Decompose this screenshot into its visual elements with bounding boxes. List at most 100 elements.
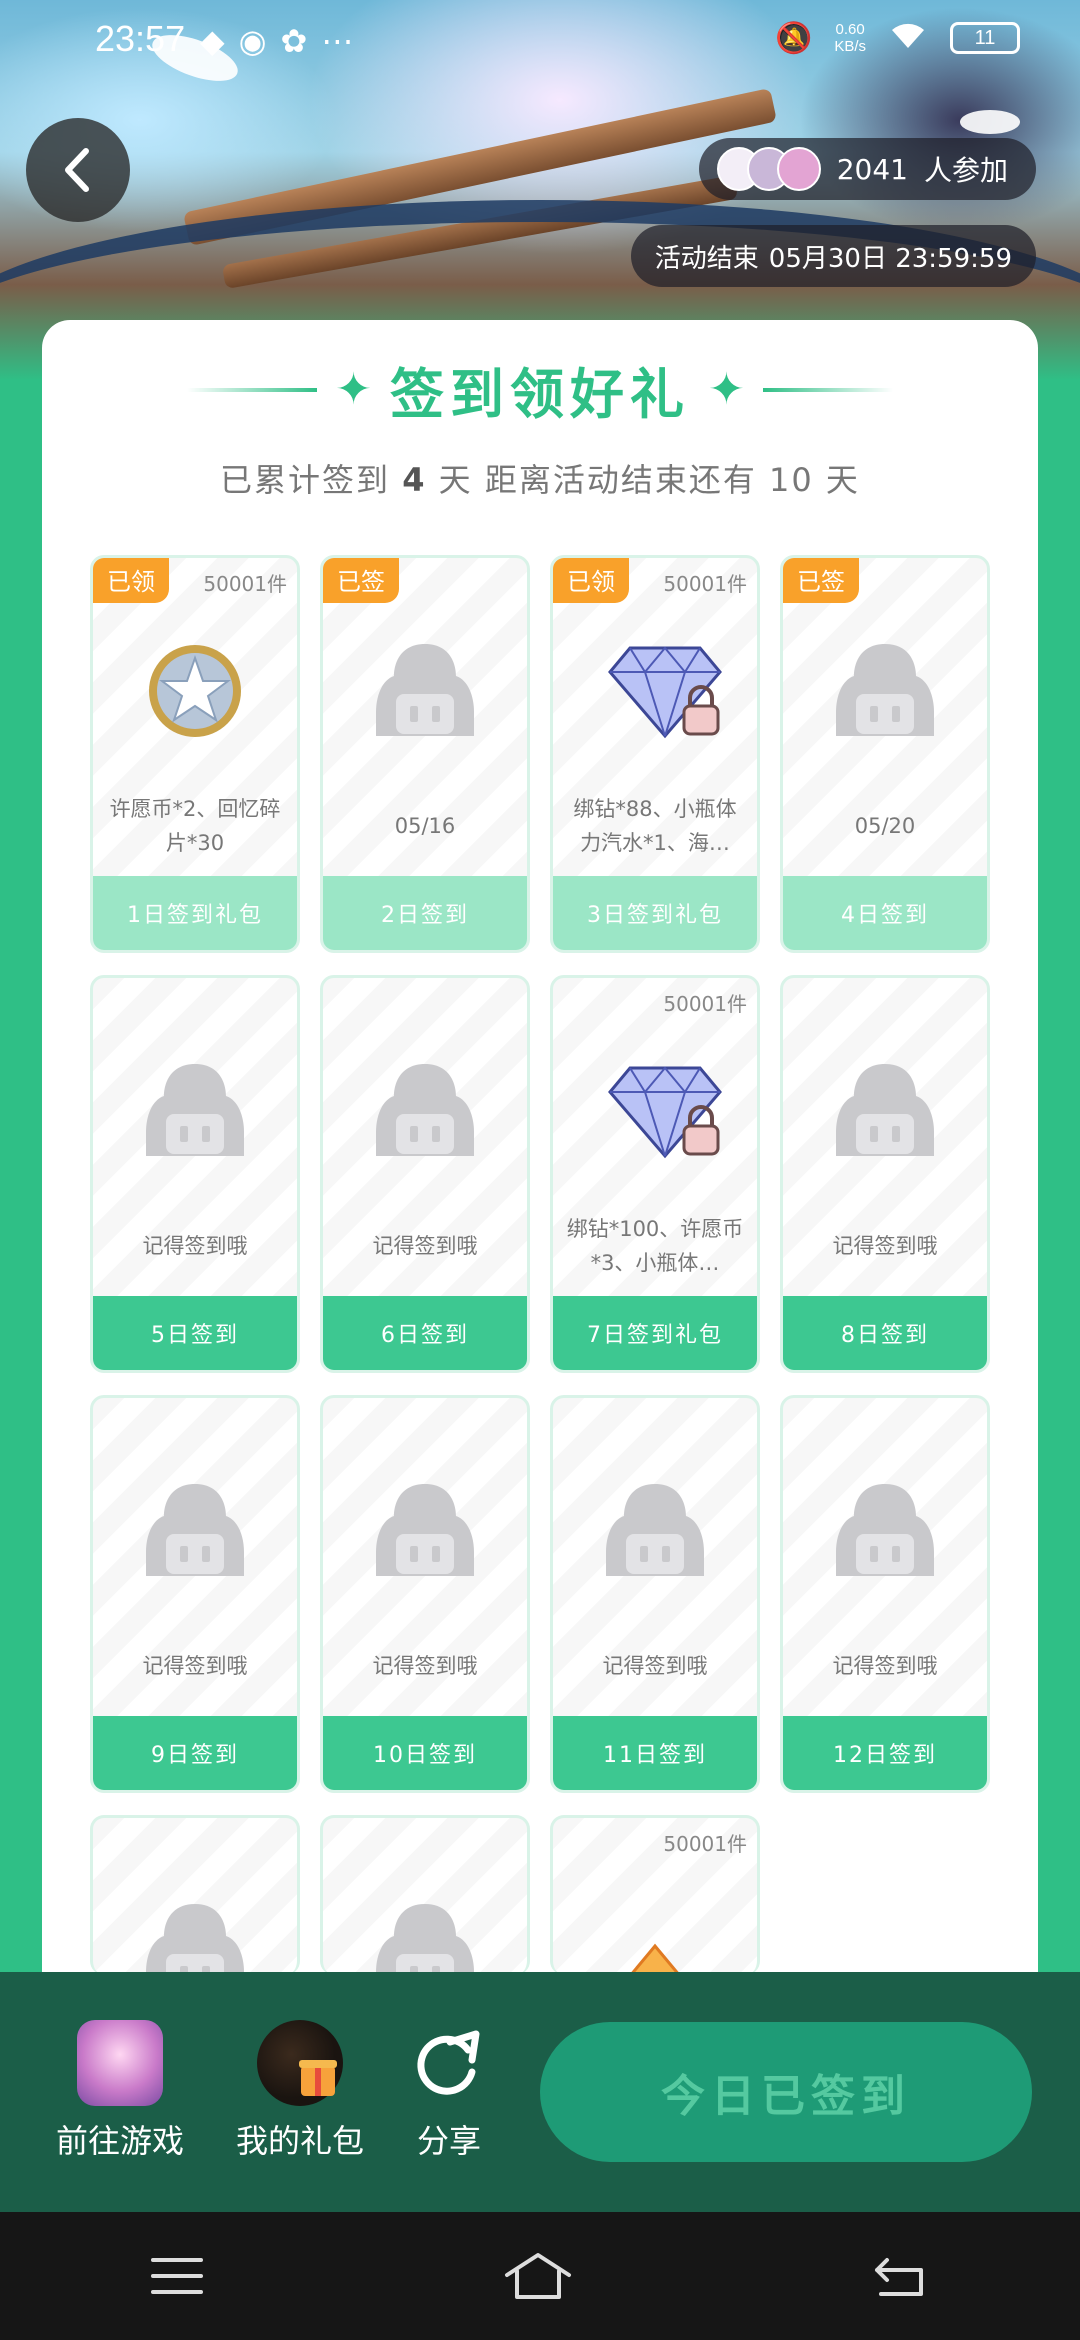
checkin-day-card[interactable] [320, 1815, 530, 1975]
deadline-value: 05月30日 23:59:59 [768, 243, 1012, 274]
placeholder-icon [600, 1476, 710, 1586]
game-app-icon [77, 2020, 163, 2106]
day-label: 7日签到礼包 [553, 1296, 757, 1370]
title-line-right [762, 387, 893, 392]
back-nav-icon[interactable] [871, 2254, 931, 2298]
checkin-day-card[interactable]: 记得签到哦 5日签到 [90, 975, 300, 1373]
checkin-grid: 已领 50001件 许愿币*2、回忆碎片*30 1日签到礼包 已签 05/16 2日签到 已领… [90, 555, 990, 1975]
reward-description: 记得签到哦 [372, 1234, 478, 1258]
status-time: 23:57 [95, 18, 186, 59]
claimed-tag: 已领 [553, 558, 629, 603]
title-line-left [187, 387, 318, 392]
share-icon [417, 2030, 480, 2095]
home-icon[interactable] [503, 2251, 573, 2301]
claimed-tag: 已签 [323, 558, 399, 603]
claimed-tag: 已签 [783, 558, 859, 603]
notification-icons: ◆◉✿⋯ [200, 23, 368, 59]
remaining-days: 10 [769, 461, 814, 499]
checkin-day-card[interactable] [90, 1815, 300, 1975]
card-title-row: ✦ 签到领好礼 ✦ [42, 350, 1038, 429]
checkin-day-card[interactable]: 已领 50001件 绑钻*88、小瓶体力汽水*1、海… 3日签到礼包 [550, 555, 760, 953]
reward-description: 许愿币*2、回忆碎片*30 [109, 797, 281, 855]
reward-description: 记得签到哦 [142, 1234, 248, 1258]
sub-suffix: 天 [825, 461, 860, 499]
checkin-day-card[interactable]: 记得签到哦 6日签到 [320, 975, 530, 1373]
participants-pill: 2041 人参加 [698, 138, 1036, 200]
reward-description: 记得签到哦 [602, 1654, 708, 1678]
menu-icon[interactable] [149, 2254, 205, 2298]
reward-description: 记得签到哦 [832, 1654, 938, 1678]
participant-avatars [716, 147, 821, 191]
day-label: 12日签到 [783, 1716, 987, 1790]
checkin-day-card[interactable]: 已领 50001件 许愿币*2、回忆碎片*30 1日签到礼包 [90, 555, 300, 953]
mute-icon: 🔕 [774, 21, 813, 55]
back-button[interactable] [26, 118, 130, 222]
placeholder-icon [140, 1896, 250, 1975]
placeholder-icon [140, 1056, 250, 1166]
checkin-day-card[interactable]: 记得签到哦 12日签到 [780, 1395, 990, 1793]
day-label: 6日签到 [323, 1296, 527, 1370]
checkin-day-card[interactable]: 已签 05/20 4日签到 [780, 555, 990, 953]
status-bar: 23:57 ◆◉✿⋯ 🔕 0.60 KB/s 11 [0, 0, 1080, 80]
checkin-day-card[interactable]: 记得签到哦 10日签到 [320, 1395, 530, 1793]
checkin-day-card[interactable]: 记得签到哦 9日签到 [90, 1395, 300, 1793]
go-to-game-label: 前往游戏 [55, 2122, 184, 2160]
checkin-card: ✦ 签到领好礼 ✦ 已累计签到 4 天 距离活动结束还有 10 天 已领 5000… [42, 320, 1038, 2080]
reward-description: 绑钻*100、许愿币*3、小瓶体… [566, 1217, 744, 1275]
reward-description: 记得签到哦 [832, 1234, 938, 1258]
stock-count: 50001件 [663, 1832, 747, 1856]
share-label: 分享 [416, 2122, 481, 2160]
checkin-day-card[interactable]: 已签 05/16 2日签到 [320, 555, 530, 953]
stock-count: 50001件 [663, 992, 747, 1016]
coin-icon [140, 636, 250, 746]
checkin-day-card[interactable]: 记得签到哦 8日签到 [780, 975, 990, 1373]
placeholder-icon [370, 1056, 480, 1166]
my-gifts-button[interactable]: 我的礼包 [228, 2020, 372, 2162]
reward-description: 记得签到哦 [142, 1654, 248, 1678]
placeholder-icon [370, 1476, 480, 1586]
day-label: 1日签到礼包 [93, 876, 297, 950]
battery-icon: 11 [950, 22, 1020, 54]
placeholder-icon [830, 1056, 940, 1166]
reward-description: 05/20 [854, 814, 916, 838]
placeholder-icon [830, 636, 940, 746]
gift-bag-icon [257, 2020, 343, 2106]
checkin-day-card[interactable]: 记得签到哦 11日签到 [550, 1395, 760, 1793]
go-to-game-button[interactable]: 前往游戏 [50, 2020, 190, 2162]
participants-suffix: 人参加 [923, 154, 1008, 187]
avatar [776, 147, 821, 191]
day-label: 9日签到 [93, 1716, 297, 1790]
crystal-icon [600, 1896, 710, 1975]
stock-count: 50001件 [663, 572, 747, 596]
day-label: 8日签到 [783, 1296, 987, 1370]
participants-count: 2041 [836, 152, 908, 186]
my-gifts-label: 我的礼包 [235, 2122, 364, 2160]
chevron-left-icon [65, 148, 89, 192]
deadline-label: 活动结束 [654, 243, 759, 274]
reward-description: 05/16 [394, 814, 456, 838]
wifi-icon [888, 18, 928, 58]
sparkle-icon: ✦ [708, 363, 745, 415]
sub-mid: 天 距离活动结束还有 [438, 461, 757, 499]
sparkle-icon: ✦ [335, 363, 372, 415]
day-label: 5日签到 [93, 1296, 297, 1370]
net-speed-unit: KB/s [834, 38, 866, 55]
placeholder-icon [830, 1476, 940, 1586]
checkin-day-card[interactable]: 50001件绑钻*100、许愿币*3、小瓶体… 7日签到礼包 [550, 975, 760, 1373]
card-title: 签到领好礼 [390, 363, 690, 426]
share-button[interactable]: 分享 [404, 2020, 494, 2162]
sub-prefix: 已累计签到 [220, 461, 391, 499]
placeholder-icon [370, 636, 480, 746]
signed-days: 4 [402, 461, 427, 499]
reward-description: 记得签到哦 [372, 1654, 478, 1678]
signed-today-button[interactable]: 今日已签到 [540, 2022, 1032, 2162]
placeholder-icon [140, 1476, 250, 1586]
net-speed-value: 0.60 [835, 21, 865, 38]
day-label: 2日签到 [323, 876, 527, 950]
diamond-icon [600, 636, 722, 746]
stock-count: 50001件 [203, 572, 287, 596]
checkin-day-card[interactable]: 50001件 [550, 1815, 760, 1975]
bird-decoration [960, 110, 1020, 134]
bottom-action-bar: 前往游戏 我的礼包 分享 今日已签到 [0, 1972, 1080, 2212]
day-label: 4日签到 [783, 876, 987, 950]
